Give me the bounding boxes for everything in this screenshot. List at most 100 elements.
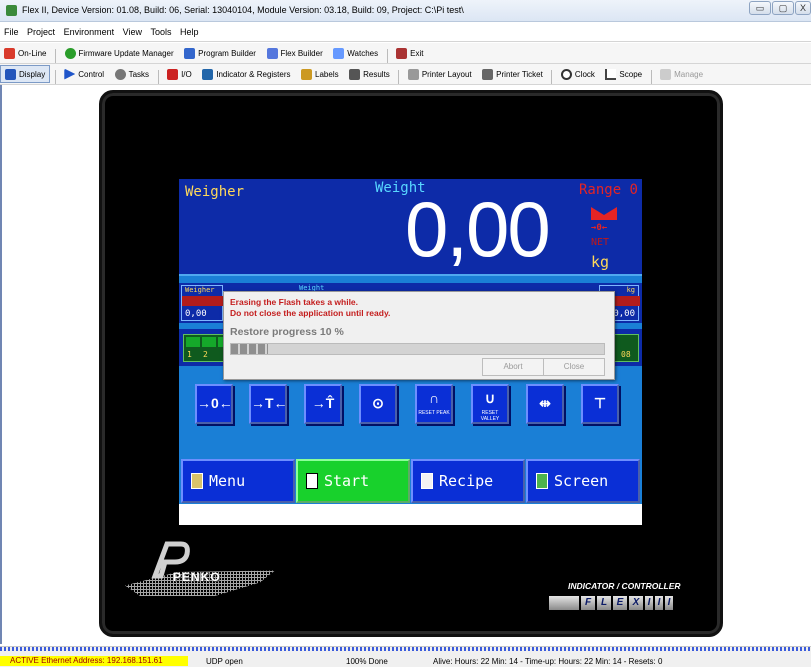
reset-peak-label: RESET PEAK xyxy=(418,410,450,416)
window-title: Flex II, Device Version: 01.08, Build: 0… xyxy=(22,5,464,15)
control-button[interactable]: Control xyxy=(60,65,108,83)
zero-key[interactable]: →0← xyxy=(195,384,233,424)
printer-layout-icon xyxy=(407,68,419,80)
close-window-button[interactable]: X xyxy=(795,1,811,15)
valley-icon: ∪ xyxy=(484,390,496,406)
flex-logo-letter: X xyxy=(629,596,643,610)
menu-project[interactable]: Project xyxy=(23,22,57,37)
maximize-button[interactable]: ▢ xyxy=(772,1,794,15)
online-button[interactable]: On-Line xyxy=(0,44,50,62)
menu-tools[interactable]: Tools xyxy=(146,22,173,37)
menu-environment[interactable]: Environment xyxy=(60,22,117,37)
io-led xyxy=(186,337,200,347)
dialog-message-line1: Erasing the Flash takes a while. xyxy=(230,297,359,307)
mini-left-label: Weigher xyxy=(185,286,215,294)
flex-logo-letter: I xyxy=(665,596,673,610)
toolbar-separator xyxy=(157,70,159,85)
preset-tare-key[interactable]: →T̂ xyxy=(304,384,342,424)
display-icon xyxy=(5,68,16,80)
recipe-button[interactable]: Recipe xyxy=(411,459,525,503)
io-number: 08 xyxy=(621,350,631,359)
menu-view[interactable]: View xyxy=(119,22,144,37)
flex-logo-letter: I xyxy=(645,596,653,610)
title-bar: Flex II, Device Version: 01.08, Build: 0… xyxy=(0,0,811,22)
printer-layout-button[interactable]: Printer Layout xyxy=(404,65,476,83)
plug-icon xyxy=(4,47,15,59)
menu-file[interactable]: File xyxy=(0,22,21,37)
labels-icon xyxy=(301,68,313,80)
preset-tare-icon: →T̂ xyxy=(311,395,335,411)
mini-left-value: 0,00 xyxy=(185,309,207,319)
flex-logo-letter: L xyxy=(597,596,611,610)
progress-bar-fill xyxy=(231,344,269,354)
tare-icon: →T← xyxy=(251,395,288,411)
menu-button[interactable]: Menu xyxy=(181,459,295,503)
program-builder-icon xyxy=(184,47,196,59)
abort-button[interactable]: Abort xyxy=(482,358,544,376)
zero-indicator: →0← xyxy=(591,223,608,233)
zero-icon: →0← xyxy=(197,395,233,411)
alive-status: Alive: Hours: 22 Min: 14 - Time-up: Hour… xyxy=(433,657,663,666)
minimize-button[interactable]: ▭ xyxy=(749,1,771,15)
mini-left-bar xyxy=(182,296,224,306)
scope-button[interactable]: Scope xyxy=(601,65,646,83)
reset-valley-key[interactable]: ∪ RESET VALLEY xyxy=(471,384,509,424)
print-key[interactable]: ⊙ xyxy=(359,384,397,424)
mini-indicator-left: Weigher 0,00 xyxy=(181,285,224,321)
net-indicator: NET xyxy=(591,237,610,248)
network-icon: ⊤ xyxy=(593,395,607,411)
results-button[interactable]: Results xyxy=(345,65,394,83)
labels-button[interactable]: Labels xyxy=(297,65,343,83)
firmware-icon xyxy=(64,47,76,59)
toolbar-separator xyxy=(54,70,56,85)
app-icon xyxy=(6,5,17,16)
results-icon xyxy=(349,68,361,80)
reset-peak-key[interactable]: ∩ RESET PEAK xyxy=(415,384,453,424)
menu-button-row: Menu Start Recipe Screen xyxy=(179,459,642,505)
network-key[interactable]: ⊤ xyxy=(581,384,619,424)
printer-ticket-button[interactable]: Printer Ticket xyxy=(478,65,547,83)
toolbar-separator xyxy=(398,70,400,85)
io-icon xyxy=(167,68,179,80)
manage-button[interactable]: Manage xyxy=(656,65,707,83)
toolbar-separator xyxy=(650,70,652,85)
scope-icon xyxy=(605,68,617,80)
exit-icon xyxy=(396,47,408,59)
exit-button[interactable]: Exit xyxy=(392,44,427,62)
usb-icon: ⇹ xyxy=(539,395,551,411)
progress-label: Restore progress 10 % xyxy=(230,326,344,338)
penko-logo: PENKO xyxy=(125,540,285,615)
weight-display: Weigher Weight Range 0 0,00 →0← NET kg xyxy=(179,179,642,276)
mini-right-value: 0,00 xyxy=(613,309,635,319)
view-toolbar: Display Control Tasks I/O Indicator & Re… xyxy=(0,64,811,85)
tasks-button[interactable]: Tasks xyxy=(111,65,153,83)
recipe-icon xyxy=(421,473,433,489)
progress-bar xyxy=(230,343,605,355)
indicator-registers-button[interactable]: Indicator & Registers xyxy=(198,65,294,83)
done-status: 100% Done xyxy=(346,657,388,666)
firmware-update-manager-button[interactable]: Firmware Update Manager xyxy=(61,44,178,62)
io-number: 2 xyxy=(203,350,208,359)
clock-icon xyxy=(560,68,572,80)
menu-help[interactable]: Help xyxy=(176,22,201,37)
start-button[interactable]: Start xyxy=(296,459,410,503)
unit-label: kg xyxy=(591,253,610,271)
flex-logo: F L E X I I I xyxy=(549,596,675,610)
display-button[interactable]: Display xyxy=(0,65,51,83)
tare-key[interactable]: →T← xyxy=(249,384,288,424)
clock-button[interactable]: Clock xyxy=(557,65,599,83)
flex-builder-button[interactable]: Flex Builder xyxy=(263,44,327,62)
close-button[interactable]: Close xyxy=(543,358,605,376)
screen-button[interactable]: Screen xyxy=(526,459,640,503)
flex-logo-letter: E xyxy=(613,596,627,610)
usb-key[interactable]: ⇹ xyxy=(526,384,564,424)
io-button[interactable]: I/O xyxy=(163,65,196,83)
toolbar-separator xyxy=(386,49,388,64)
watches-button[interactable]: Watches xyxy=(329,44,382,62)
program-builder-button[interactable]: Program Builder xyxy=(180,44,260,62)
range-label: Range 0 xyxy=(578,182,638,198)
status-strip xyxy=(179,504,642,525)
print-icon: ⊙ xyxy=(372,395,384,411)
stable-indicator-icon xyxy=(591,207,617,220)
play-icon xyxy=(64,68,76,80)
